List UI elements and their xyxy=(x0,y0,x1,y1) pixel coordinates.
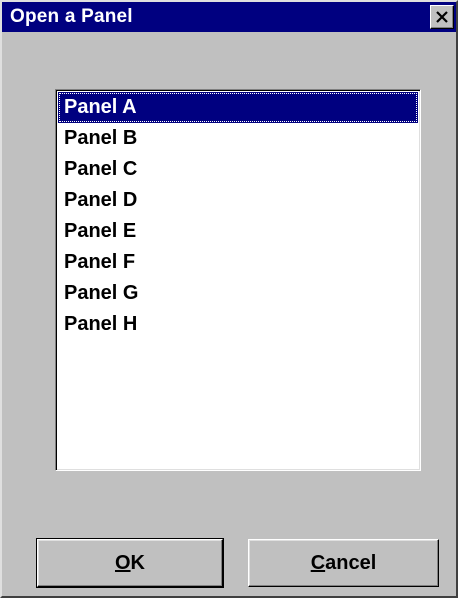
list-item[interactable]: Panel F xyxy=(58,247,418,278)
list-item[interactable]: Panel H xyxy=(58,309,418,340)
close-icon xyxy=(436,11,448,23)
list-item[interactable]: Panel A xyxy=(58,92,418,123)
cancel-button-label-rest: ancel xyxy=(325,551,377,574)
close-button[interactable] xyxy=(430,5,454,29)
list-item[interactable]: Panel E xyxy=(58,216,418,247)
ok-button-label-rest: K xyxy=(130,551,145,574)
dialog-title: Open a Panel xyxy=(10,6,133,27)
list-item[interactable]: Panel D xyxy=(58,185,418,216)
list-item[interactable]: Panel C xyxy=(58,154,418,185)
list-item[interactable]: Panel B xyxy=(58,123,418,154)
cancel-button-mnemonic: C xyxy=(310,551,326,574)
panel-listbox[interactable]: Panel A Panel B Panel C Panel D Panel E Panel… xyxy=(55,89,421,471)
open-panel-dialog: Open a Panel Panel A Panel B Panel C Panel … xyxy=(0,0,458,598)
ok-button[interactable]: OK xyxy=(36,538,224,588)
cancel-button-label: Cancel xyxy=(311,552,377,575)
ok-button-label: OK xyxy=(115,552,145,575)
list-item[interactable]: Panel G xyxy=(58,278,418,309)
ok-button-mnemonic: O xyxy=(114,551,131,574)
title-bar[interactable]: Open a Panel xyxy=(2,2,456,32)
panel-list: Panel A Panel B Panel C Panel D Panel E Panel… xyxy=(58,92,418,468)
cancel-button[interactable]: Cancel xyxy=(248,539,439,587)
